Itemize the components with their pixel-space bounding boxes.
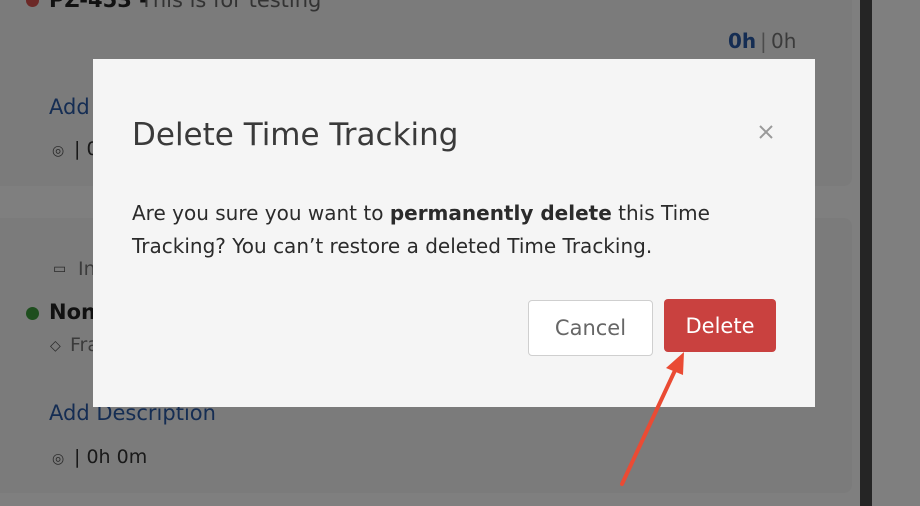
delete-confirmation-dialog: Delete Time Tracking Are you sure you wa… (93, 59, 815, 407)
dialog-title: Delete Time Tracking (132, 117, 459, 153)
message-prefix: Are you sure you want to (132, 201, 390, 225)
annotation-arrow (620, 352, 684, 486)
message-emphasis: permanently delete (389, 201, 612, 225)
close-icon (759, 125, 773, 139)
cancel-button-label: Cancel (554, 316, 627, 340)
dialog-message: Are you sure you want to permanently del… (132, 197, 752, 263)
delete-button-label: Delete (685, 313, 755, 338)
close-button[interactable] (755, 121, 777, 143)
